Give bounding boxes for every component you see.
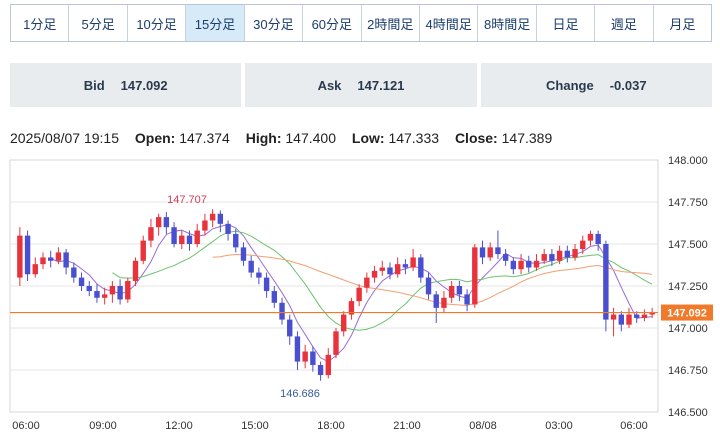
- high-value: 147.400: [285, 130, 336, 146]
- change-label: Change: [546, 77, 594, 93]
- price-chart[interactable]: 148.000 147.750 147.500 147.250 147.000 146.7…: [0, 148, 720, 432]
- bid-label: Bid: [83, 77, 105, 93]
- timeframe-tab-1[interactable]: 5分足: [69, 5, 128, 41]
- x-tick-label: 12:00: [165, 420, 193, 432]
- ask-value: 147.121: [357, 77, 405, 93]
- bid-cell: Bid 147.092: [10, 63, 242, 107]
- high-label: High:: [245, 130, 282, 146]
- ask-cell: Ask 147.121: [245, 63, 477, 107]
- low-label: Low:: [351, 130, 385, 146]
- timeframe-tab-7[interactable]: 4時間足: [420, 5, 479, 41]
- quote-bar: Bid 147.092 Ask 147.121 Change -0.037: [10, 63, 712, 107]
- change-value: -0.037: [609, 77, 647, 93]
- timeframe-tab-6[interactable]: 2時間足: [362, 5, 420, 41]
- timeframe-tab-11[interactable]: 月足: [654, 5, 711, 41]
- change-cell: Change -0.037: [480, 63, 712, 107]
- y-tick-label: 148.000: [668, 155, 708, 167]
- timeframe-tab-10[interactable]: 週足: [595, 5, 654, 41]
- x-tick-label: 15:00: [241, 420, 269, 432]
- ask-label: Ask: [317, 77, 342, 93]
- current-price-label: 147.092: [667, 308, 707, 320]
- high-annotation: 147.707: [167, 194, 207, 206]
- open-label: Open:: [134, 130, 176, 146]
- timeframe-tab-0[interactable]: 1分足: [11, 5, 70, 41]
- candle: [24, 230, 31, 281]
- close-value: 147.389: [501, 130, 553, 146]
- ohlc-datetime: 2025/08/07 19:15: [10, 130, 119, 146]
- y-tick-label: 147.000: [668, 323, 708, 335]
- x-tick-label: 03:00: [545, 420, 573, 432]
- x-tick-label: 18:00: [317, 420, 345, 432]
- candle: [125, 277, 131, 303]
- x-tick-label: 06:00: [12, 420, 40, 432]
- ohlc-readout: 2025/08/07 19:15 Open: 147.374 High: 147…: [10, 130, 552, 146]
- timeframe-tab-8[interactable]: 8時間足: [478, 5, 537, 41]
- candle: [603, 240, 609, 332]
- open-value: 147.374: [179, 130, 230, 146]
- low-value: 147.333: [388, 130, 440, 146]
- y-tick-label: 147.500: [668, 239, 708, 251]
- low-annotation: 146.686: [280, 388, 320, 400]
- timeframe-tab-9[interactable]: 日足: [537, 5, 596, 41]
- timeframe-tab-5[interactable]: 60分足: [303, 5, 362, 41]
- y-tick-label: 147.750: [668, 197, 708, 209]
- x-tick-label: 08/08: [469, 420, 497, 432]
- bid-value: 147.092: [120, 77, 168, 93]
- x-tick-label: 06:00: [620, 420, 648, 432]
- candle: [472, 244, 478, 308]
- timeframe-tab-4[interactable]: 30分足: [245, 5, 304, 41]
- y-tick-label: 146.750: [668, 365, 708, 377]
- close-label: Close:: [454, 130, 498, 146]
- candle: [17, 227, 23, 286]
- y-tick-label: 146.500: [668, 407, 708, 419]
- timeframe-tab-2[interactable]: 10分足: [128, 5, 187, 41]
- timeframe-tabs: 1分足 5分足 10分足 15分足 30分足 60分足 2時間足 4時間足 8時間足 日足 週足 月足: [10, 4, 712, 42]
- y-tick-label: 147.250: [668, 281, 708, 293]
- x-tick-label: 21:00: [393, 420, 421, 432]
- x-tick-label: 09:00: [89, 420, 117, 432]
- candle: [333, 328, 339, 359]
- timeframe-tab-3[interactable]: 15分足: [186, 5, 245, 41]
